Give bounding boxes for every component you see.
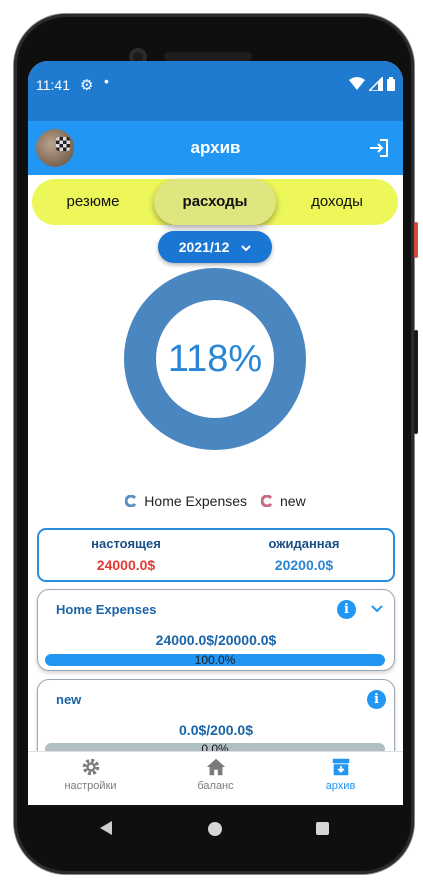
chart-legend: Home Expenses new	[28, 493, 403, 509]
nav-item-balance[interactable]: баланс	[153, 756, 278, 792]
legend-marker-icon	[125, 495, 137, 507]
nav-label: настройки	[64, 780, 117, 792]
period-dropdown[interactable]: 2021/12	[158, 231, 272, 263]
actual-label: настоящея	[91, 536, 161, 551]
tab-expenses[interactable]: расходы	[154, 179, 276, 225]
page-title: архив	[190, 138, 241, 157]
chevron-down-icon[interactable]	[368, 599, 386, 617]
legend-label: Home Expenses	[144, 493, 248, 509]
progress-label: 100.0%	[194, 654, 236, 666]
category-card-home-expenses[interactable]: Home Expenses i 24000.0$/20000.0$ 100.0%	[37, 589, 395, 671]
status-time: 11:41	[36, 77, 70, 93]
back-icon[interactable]	[100, 821, 112, 835]
archive-icon	[332, 758, 349, 776]
chevron-down-icon	[241, 245, 251, 252]
category-amount: 24000.0$/20000.0$	[155, 632, 277, 648]
status-bar: 11:41 ⚙ •	[28, 61, 403, 121]
info-icon[interactable]: i	[367, 690, 386, 709]
home-circle-icon[interactable]	[208, 822, 222, 836]
home-icon	[206, 758, 225, 776]
nav-label: архив	[325, 780, 356, 792]
progress-bar: 100.0%	[45, 654, 385, 666]
volume-button	[414, 330, 418, 434]
category-amount: 0.0$/200.0$	[179, 722, 253, 738]
info-icon[interactable]: i	[337, 600, 356, 619]
status-icons	[349, 77, 395, 91]
screen: 11:41 ⚙ • архив резюме расходы доходы 20…	[28, 61, 403, 805]
actual-value: 24000.0$	[96, 557, 156, 573]
app-bar: архив	[28, 121, 403, 175]
tab-switcher: резюме расходы доходы	[32, 179, 398, 225]
actual-column: настоящея 24000.0$	[41, 536, 211, 573]
legend-item-home-expenses: Home Expenses	[125, 493, 247, 509]
expected-value: 20200.0$	[274, 557, 334, 573]
gear-icon	[82, 758, 99, 776]
legend-marker-icon	[261, 495, 273, 507]
tab-summary[interactable]: резюме	[32, 179, 154, 225]
notification-dot: •	[104, 73, 109, 89]
bottom-nav: настройки баланс архив	[28, 751, 403, 805]
signal-icon	[369, 77, 383, 91]
category-title: new	[56, 692, 82, 707]
power-button	[414, 222, 418, 258]
legend-label: new	[280, 493, 306, 509]
expected-column: ожиданная 20200.0$	[219, 536, 389, 573]
summary-card: настоящея 24000.0$ ожиданная 20200.0$	[37, 528, 395, 582]
donut-center-label: 118%	[167, 338, 263, 380]
battery-icon	[387, 77, 395, 91]
period-label: 2021/12	[178, 239, 230, 255]
nav-item-settings[interactable]: настройки	[28, 756, 153, 792]
expected-label: ожиданная	[268, 536, 340, 551]
category-title: Home Expenses	[56, 602, 157, 617]
nav-item-archive[interactable]: архив	[278, 756, 403, 792]
legend-item-new: new	[261, 493, 306, 509]
tab-income[interactable]: доходы	[276, 179, 398, 225]
system-nav	[28, 805, 403, 855]
recents-icon[interactable]	[316, 822, 329, 835]
wifi-icon	[349, 77, 365, 90]
logout-icon[interactable]	[367, 136, 391, 160]
nav-label: баланс	[197, 780, 234, 792]
gear-icon: ⚙	[80, 77, 94, 94]
